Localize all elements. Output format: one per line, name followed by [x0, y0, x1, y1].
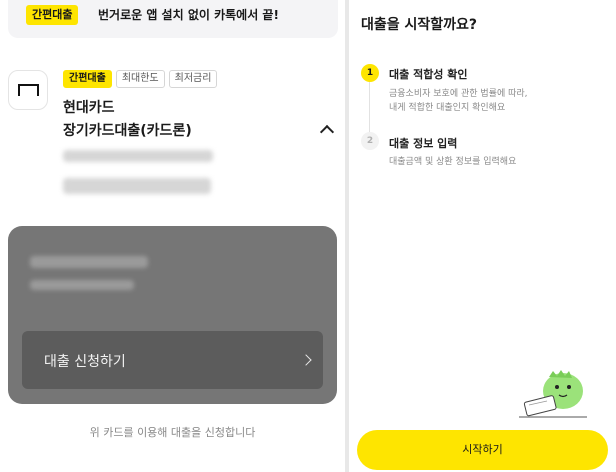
tag-simple-loan: 간편대출 [63, 70, 112, 88]
apply-loan-button[interactable]: 대출 신청하기 [22, 331, 323, 389]
card-notice: 위 카드를 이용해 대출을 신청합니다 [89, 426, 256, 439]
step-1-desc-line1: 금융소비자 보호에 관한 법률에 따라, [389, 89, 528, 99]
start-button[interactable]: 시작하기 [357, 430, 608, 470]
card-issuer: 현대카드 [63, 100, 115, 116]
step-2-desc-line1: 대출금액 및 상환 정보를 입력해요 [389, 157, 517, 167]
promo-banner[interactable]: 간편대출 번거로운 앱 설치 없이 카톡에서 끝! [8, 0, 338, 38]
blurred-card-name [30, 256, 148, 268]
loan-product-name: 장기카드대출(카드론) [63, 123, 192, 139]
tag-max-limit: 최대한도 [115, 70, 165, 88]
step-2-title: 대출 정보 입력 [389, 137, 458, 150]
blurred-amount [63, 178, 211, 194]
step-1-title: 대출 적합성 확인 [389, 68, 468, 81]
card-select-panel: 대출 신청하기 [8, 226, 337, 404]
logo-mark [18, 84, 39, 96]
tag-list: 간편대출 최대한도 최저금리 [63, 70, 218, 88]
steps-connector [369, 78, 370, 138]
right-panel: 대출을 시작할까요? 1 대출 적합성 확인 금융소비자 보호에 관한 법률에 … [349, 0, 616, 472]
step-2-number: 2 [361, 132, 379, 150]
step-1-number: 1 [361, 64, 379, 82]
promo-badge: 간편대출 [26, 5, 79, 25]
page-title: 대출을 시작할까요? [361, 17, 478, 33]
apply-loan-label: 대출 신청하기 [44, 354, 126, 370]
step-1-desc-line2: 내게 적합한 대출인지 확인해요 [389, 103, 506, 113]
promo-text: 번거로운 앱 설치 없이 카톡에서 끝! [98, 8, 279, 22]
blurred-card-number [30, 280, 134, 290]
tag-lowest-rate: 최저금리 [168, 70, 218, 88]
chevron-up-icon[interactable] [319, 124, 335, 140]
left-panel: 간편대출 번거로운 앱 설치 없이 카톡에서 끝! 간편대출 최대한도 최저금리… [0, 0, 345, 472]
mascot-illustration [519, 370, 587, 418]
chevron-right-icon [300, 354, 312, 366]
hyundai-card-logo-icon [8, 70, 48, 110]
blurred-detail [63, 150, 213, 162]
